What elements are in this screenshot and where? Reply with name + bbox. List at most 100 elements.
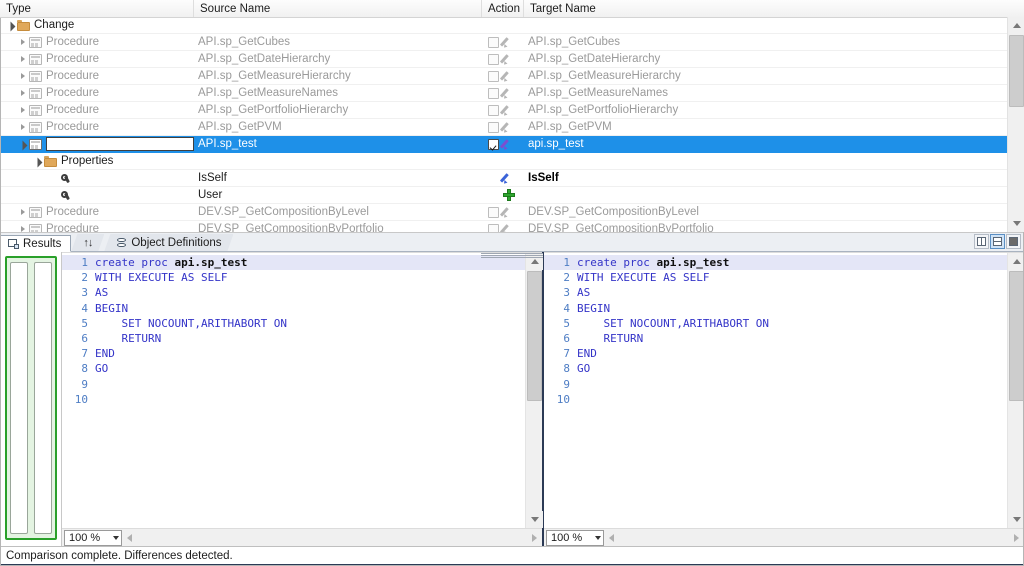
table-row[interactable]: Change xyxy=(0,17,1024,34)
column-header-source-name[interactable]: Source Name xyxy=(194,0,482,17)
edit-pencil-icon[interactable] xyxy=(502,87,514,99)
code-text: AS xyxy=(95,285,108,300)
procedure-icon xyxy=(29,207,42,218)
cell-action[interactable] xyxy=(482,51,524,68)
scroll-up-arrow-icon[interactable] xyxy=(1008,17,1024,34)
tab-results[interactable]: Results xyxy=(0,235,71,252)
splitter-grip-handle[interactable] xyxy=(481,253,543,258)
action-checkbox[interactable] xyxy=(488,88,499,99)
table-row[interactable]: User xyxy=(0,187,1024,204)
line-number: 5 xyxy=(544,316,577,331)
cell-action[interactable] xyxy=(482,102,524,119)
cell-action[interactable] xyxy=(482,17,524,34)
merge-view-button[interactable] xyxy=(1006,234,1021,249)
add-plus-icon[interactable] xyxy=(502,189,515,202)
action-checkbox[interactable] xyxy=(488,207,499,218)
column-header-target-name[interactable]: Target Name xyxy=(524,0,1024,17)
target-code-scroll[interactable]: 1create proc api.sp_test2WITH EXECUTE AS… xyxy=(544,253,1007,528)
edit-pencil-icon[interactable] xyxy=(502,104,514,116)
expand-triangle-icon[interactable] xyxy=(18,71,29,82)
table-row[interactable]: ProcedureAPI.sp_testapi.sp_test xyxy=(0,136,1024,153)
edit-pencil-icon[interactable] xyxy=(502,36,514,48)
edit-pencil-icon[interactable] xyxy=(502,53,514,65)
table-row[interactable]: ProcedureDEV.SP_GetCompositionByLevelDEV… xyxy=(0,204,1024,221)
source-horizontal-scrollbar[interactable] xyxy=(122,529,542,546)
source-code-scroll[interactable]: 1create proc api.sp_test2WITH EXECUTE AS… xyxy=(62,253,525,528)
action-checkbox[interactable] xyxy=(488,71,499,82)
column-header-action[interactable]: Action xyxy=(482,0,524,17)
expand-triangle-icon[interactable] xyxy=(18,54,29,65)
expand-triangle-icon[interactable] xyxy=(18,122,29,133)
target-horizontal-scrollbar[interactable] xyxy=(604,529,1024,546)
source-vertical-scrollbar[interactable] xyxy=(525,253,542,528)
split-horizontal-button[interactable] xyxy=(990,234,1005,249)
expand-triangle-icon[interactable] xyxy=(18,224,29,233)
cell-action[interactable] xyxy=(482,204,524,221)
action-checkbox[interactable] xyxy=(488,224,499,233)
table-row[interactable]: ProcedureAPI.sp_GetMeasureNamesAPI.sp_Ge… xyxy=(0,85,1024,102)
edit-pencil-icon[interactable] xyxy=(502,206,514,218)
cell-type: Change xyxy=(0,17,194,34)
wrench-icon xyxy=(59,173,72,184)
cell-action[interactable] xyxy=(482,119,524,136)
target-vertical-scrollbar[interactable] xyxy=(1007,253,1024,528)
tab-object-definitions[interactable]: Object Definitions xyxy=(104,234,233,251)
chevron-down-icon[interactable] xyxy=(595,536,601,540)
expand-triangle-icon[interactable] xyxy=(18,37,29,48)
target-scroll-up-icon[interactable] xyxy=(1008,253,1024,270)
cell-action[interactable] xyxy=(482,170,524,187)
chevron-down-icon[interactable] xyxy=(113,536,119,540)
type-edit-box[interactable]: Procedure xyxy=(46,137,194,151)
table-row[interactable]: ProcedureAPI.sp_GetPVMAPI.sp_GetPVM xyxy=(0,119,1024,136)
action-checkbox[interactable] xyxy=(488,139,499,150)
cell-action[interactable] xyxy=(482,153,524,170)
code-text: GO xyxy=(577,361,590,376)
table-row[interactable]: ProcedureAPI.sp_GetPortfolioHierarchyAPI… xyxy=(0,102,1024,119)
edit-pencil-icon[interactable] xyxy=(502,138,514,150)
edit-pencil-icon[interactable] xyxy=(502,70,514,82)
source-zoom-select[interactable]: 100 % xyxy=(64,530,122,546)
edit-pencil-icon[interactable] xyxy=(502,172,514,184)
edit-pencil-icon[interactable] xyxy=(502,121,514,133)
collapse-triangle-icon[interactable] xyxy=(6,20,17,31)
action-checkbox[interactable] xyxy=(488,122,499,133)
action-checkbox[interactable] xyxy=(488,37,499,48)
collapse-triangle-icon[interactable] xyxy=(18,139,29,150)
collapse-triangle-icon[interactable] xyxy=(33,156,44,167)
tab-sort[interactable]: ↑↓ xyxy=(71,234,104,251)
source-scrollbar-thumb[interactable] xyxy=(527,271,542,401)
expand-triangle-icon[interactable] xyxy=(18,207,29,218)
code-text: END xyxy=(577,346,597,361)
target-hscroll-left-icon[interactable] xyxy=(605,531,618,544)
table-row[interactable]: Properties xyxy=(0,153,1024,170)
source-hscroll-right-icon[interactable] xyxy=(528,531,541,544)
table-row[interactable]: ProcedureAPI.sp_GetMeasureHierarchyAPI.s… xyxy=(0,68,1024,85)
split-vertical-button[interactable] xyxy=(974,234,989,249)
table-row[interactable]: ProcedureAPI.sp_GetDateHierarchyAPI.sp_G… xyxy=(0,51,1024,68)
cell-action[interactable] xyxy=(482,34,524,51)
cell-action[interactable] xyxy=(482,68,524,85)
scroll-down-arrow-icon[interactable] xyxy=(1008,215,1024,232)
expand-triangle-icon[interactable] xyxy=(18,105,29,116)
target-scroll-down-icon[interactable] xyxy=(1008,511,1024,528)
source-hscroll-left-icon[interactable] xyxy=(123,531,136,544)
cell-action[interactable] xyxy=(482,221,524,233)
target-hscroll-right-icon[interactable] xyxy=(1010,531,1023,544)
diff-overview-map[interactable] xyxy=(0,252,62,546)
table-row[interactable]: IsSelfIsSelf xyxy=(0,170,1024,187)
action-checkbox[interactable] xyxy=(488,54,499,65)
cell-action[interactable] xyxy=(482,85,524,102)
table-row[interactable]: ProcedureAPI.sp_GetCubesAPI.sp_GetCubes xyxy=(0,34,1024,51)
column-header-type[interactable]: Type xyxy=(0,0,194,17)
target-scrollbar-thumb[interactable] xyxy=(1009,271,1024,401)
edit-pencil-icon[interactable] xyxy=(502,223,514,232)
action-checkbox[interactable] xyxy=(488,105,499,116)
grid-vertical-scrollbar[interactable] xyxy=(1007,17,1024,232)
cell-action[interactable] xyxy=(482,187,524,204)
expand-triangle-icon[interactable] xyxy=(18,88,29,99)
scrollbar-thumb[interactable] xyxy=(1009,35,1024,107)
target-zoom-select[interactable]: 100 % xyxy=(546,530,604,546)
cell-action[interactable] xyxy=(482,136,524,153)
table-row[interactable]: ProcedureDEV.SP_GetCompositionByPortfoli… xyxy=(0,221,1024,232)
source-scroll-down-icon[interactable] xyxy=(526,511,543,528)
